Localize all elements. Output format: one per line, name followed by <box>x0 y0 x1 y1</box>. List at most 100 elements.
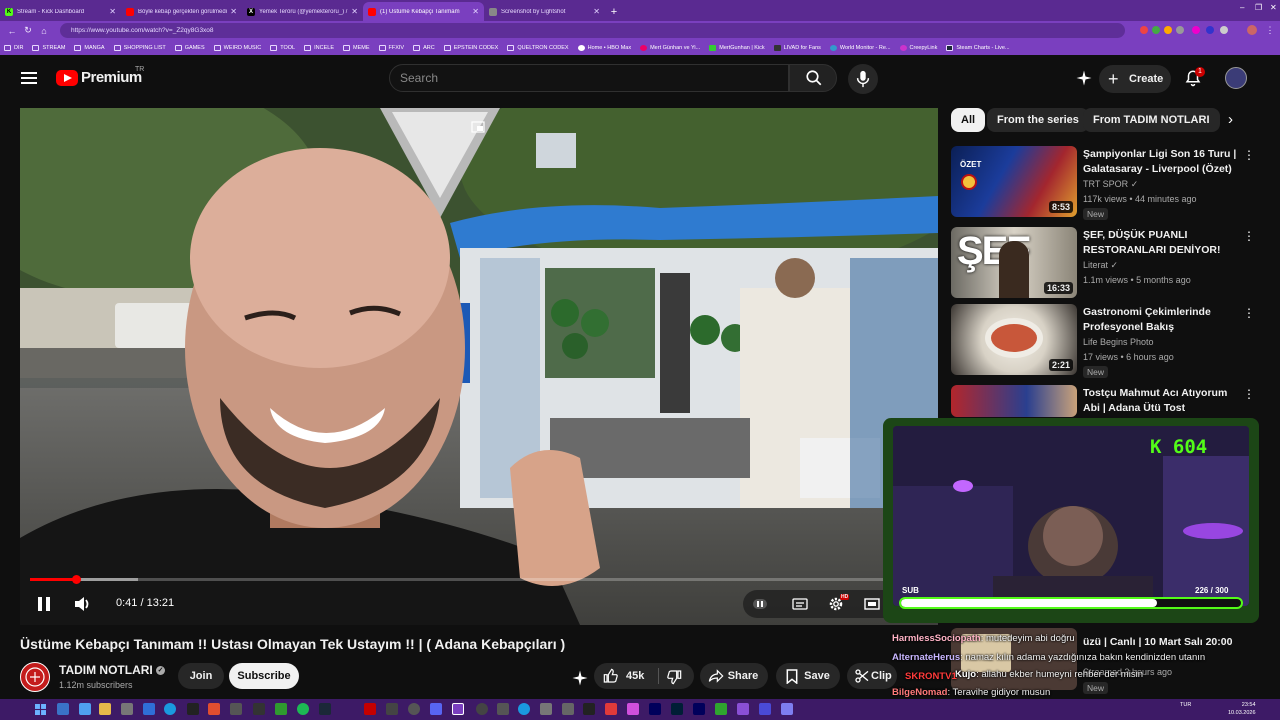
taskbar-app-icon[interactable] <box>715 703 727 715</box>
file-explorer-icon[interactable] <box>99 703 111 715</box>
create-button[interactable]: + Create <box>1099 65 1171 93</box>
account-avatar[interactable] <box>1225 67 1247 89</box>
bookmark-item[interactable]: FFXIV <box>378 44 404 51</box>
miniplayer-icon[interactable] <box>471 121 485 133</box>
bookmark-item[interactable]: LIVAD for Fans <box>773 44 821 51</box>
photoshop-icon[interactable] <box>671 703 683 715</box>
channel-avatar[interactable] <box>20 662 50 692</box>
xbox-icon[interactable] <box>275 703 287 715</box>
clip-button[interactable]: Clip <box>847 663 897 689</box>
close-icon[interactable]: ✕ <box>351 7 358 16</box>
extension-icon[interactable] <box>1176 26 1184 34</box>
recommendation-item[interactable]: 2:21 Gastronomi Çekimlerinde Profesyonel… <box>951 304 1276 378</box>
taskbar-app-icon[interactable] <box>476 703 488 715</box>
taskbar-app-icon[interactable] <box>605 703 617 715</box>
join-button[interactable]: Join <box>178 663 224 689</box>
browser-tab[interactable]: X Yemek Terörü (@yemekteroru_) / X ✕ <box>242 2 363 21</box>
extension-icon[interactable] <box>1220 26 1228 34</box>
recommendation-channel[interactable]: Life Begins Photo <box>1083 337 1154 347</box>
taskbar-app-icon[interactable] <box>208 703 220 715</box>
new-tab-button[interactable]: + <box>605 2 623 21</box>
ask-gemini-icon[interactable] <box>571 669 589 687</box>
more-actions-icon[interactable]: ⋮ <box>1243 148 1255 162</box>
taskbar-app-icon[interactable] <box>364 703 376 715</box>
bookmark-item[interactable]: Steam Charts - Live... <box>946 44 1010 51</box>
extension-icon[interactable] <box>1164 26 1172 34</box>
taskbar-app-icon[interactable] <box>759 703 771 715</box>
close-window-button[interactable]: ✕ <box>1270 3 1277 12</box>
video-thumbnail[interactable]: ÖZET 8:53 <box>951 146 1077 217</box>
taskbar-app-icon[interactable] <box>253 703 265 715</box>
chevron-right-icon[interactable]: › <box>1228 111 1233 128</box>
taskbar-app-icon[interactable] <box>518 703 530 715</box>
reload-icon[interactable]: ↻ <box>20 25 36 36</box>
recommendation-title[interactable]: Tostçu Mahmut Acı Atıyorum Abi | Adana Ü… <box>1083 386 1238 416</box>
premiere-icon[interactable] <box>693 703 705 715</box>
extension-icon[interactable] <box>1152 26 1160 34</box>
close-icon[interactable]: ✕ <box>472 7 479 16</box>
browser-tab[interactable]: K Stream - Kick Dashboard ✕ <box>0 2 121 21</box>
bookmark-item[interactable]: WEIRD MUSIC <box>213 44 261 51</box>
recommendation-item[interactable]: Tostçu Mahmut Acı Atıyorum Abi | Adana Ü… <box>951 385 1276 417</box>
taskbar-app-icon[interactable] <box>121 703 133 715</box>
bookmark-item[interactable]: CreepyLink <box>899 44 937 51</box>
hamburger-menu-icon[interactable] <box>21 72 37 84</box>
bookmark-item[interactable]: MertGunhan | Kick <box>709 44 765 51</box>
subscribe-button[interactable]: Subscribe <box>229 663 299 689</box>
bookmark-item[interactable]: SHOPPING LIST <box>113 44 166 51</box>
taskbar-app-icon[interactable] <box>497 703 509 715</box>
theater-mode-icon[interactable] <box>864 598 880 610</box>
bookmark-item[interactable]: ARC <box>413 44 435 51</box>
recommendation-channel[interactable]: Literat ✓ <box>1083 260 1118 271</box>
url-field[interactable]: https://www.youtube.com/watch?v=_Z2qy8G3… <box>60 23 1125 38</box>
taskbar-app-icon[interactable] <box>540 703 552 715</box>
taskbar-app-icon[interactable] <box>737 703 749 715</box>
profile-avatar-icon[interactable] <box>1247 25 1257 35</box>
brand-name[interactable]: Premium <box>81 69 142 86</box>
after-effects-icon[interactable] <box>649 703 661 715</box>
system-clock[interactable]: 23:54 10.03.2026 <box>1228 701 1256 717</box>
bookmark-item[interactable]: World Monitor - Re... <box>829 44 891 51</box>
dislike-icon[interactable] <box>666 669 682 685</box>
browser-taskbar-icon[interactable] <box>452 703 464 715</box>
bookmark-item[interactable]: MEME <box>343 44 370 51</box>
bookmark-item[interactable]: Home • HBO Max <box>577 44 631 51</box>
bookmark-item[interactable]: STREAM <box>32 44 65 51</box>
save-button[interactable]: Save <box>776 663 840 689</box>
taskbar-app-icon[interactable] <box>187 703 199 715</box>
progress-bar[interactable] <box>30 575 928 584</box>
share-button[interactable]: Share <box>700 663 768 689</box>
extension-icon[interactable] <box>1206 26 1214 34</box>
search-button[interactable] <box>789 64 837 92</box>
video-player[interactable]: 0:41 / 13:21 HD <box>20 108 938 625</box>
search-input[interactable]: Search <box>389 64 789 92</box>
taskbar-app-icon[interactable] <box>583 703 595 715</box>
video-thumbnail[interactable]: ŞEF 16:33 <box>951 227 1077 298</box>
windows-start-icon[interactable] <box>35 704 46 715</box>
more-actions-icon[interactable]: ⋮ <box>1243 229 1255 243</box>
edge-icon[interactable] <box>164 703 176 715</box>
autoplay-toggle-icon[interactable] <box>753 599 767 609</box>
menu-icon[interactable]: ⋮ <box>1262 25 1278 36</box>
extension-icon[interactable] <box>1140 26 1148 34</box>
bookmark-item[interactable]: INCELE <box>304 44 334 51</box>
language-indicator[interactable]: TUR <box>1180 702 1191 708</box>
volume-icon[interactable] <box>73 595 91 613</box>
minimize-button[interactable]: – <box>1240 3 1244 12</box>
taskbar-app-icon[interactable] <box>79 703 91 715</box>
bookmark-item[interactable]: QUELTRON CODEX <box>507 44 569 51</box>
taskbar-app-icon[interactable] <box>386 703 398 715</box>
like-count[interactable]: 45k <box>626 663 644 689</box>
close-icon[interactable]: ✕ <box>230 7 237 16</box>
recommendation-channel[interactable]: TRT SPOR ✓ <box>1083 179 1138 190</box>
taskbar-app-icon[interactable] <box>781 703 793 715</box>
recommendation-title[interactable]: Gastronomi Çekimlerinde Profesyonel Bakı… <box>1083 305 1238 335</box>
back-icon[interactable]: ← <box>4 26 20 36</box>
extension-icon[interactable] <box>1192 26 1200 34</box>
taskbar-app-icon[interactable] <box>562 703 574 715</box>
captions-icon[interactable] <box>792 598 808 610</box>
bookmark-item[interactable]: MANGA <box>74 44 105 51</box>
chip-all[interactable]: All <box>951 108 986 132</box>
browser-tab[interactable]: Screenshot by Lightshot ✕ <box>484 2 605 21</box>
pause-icon[interactable] <box>37 596 51 612</box>
